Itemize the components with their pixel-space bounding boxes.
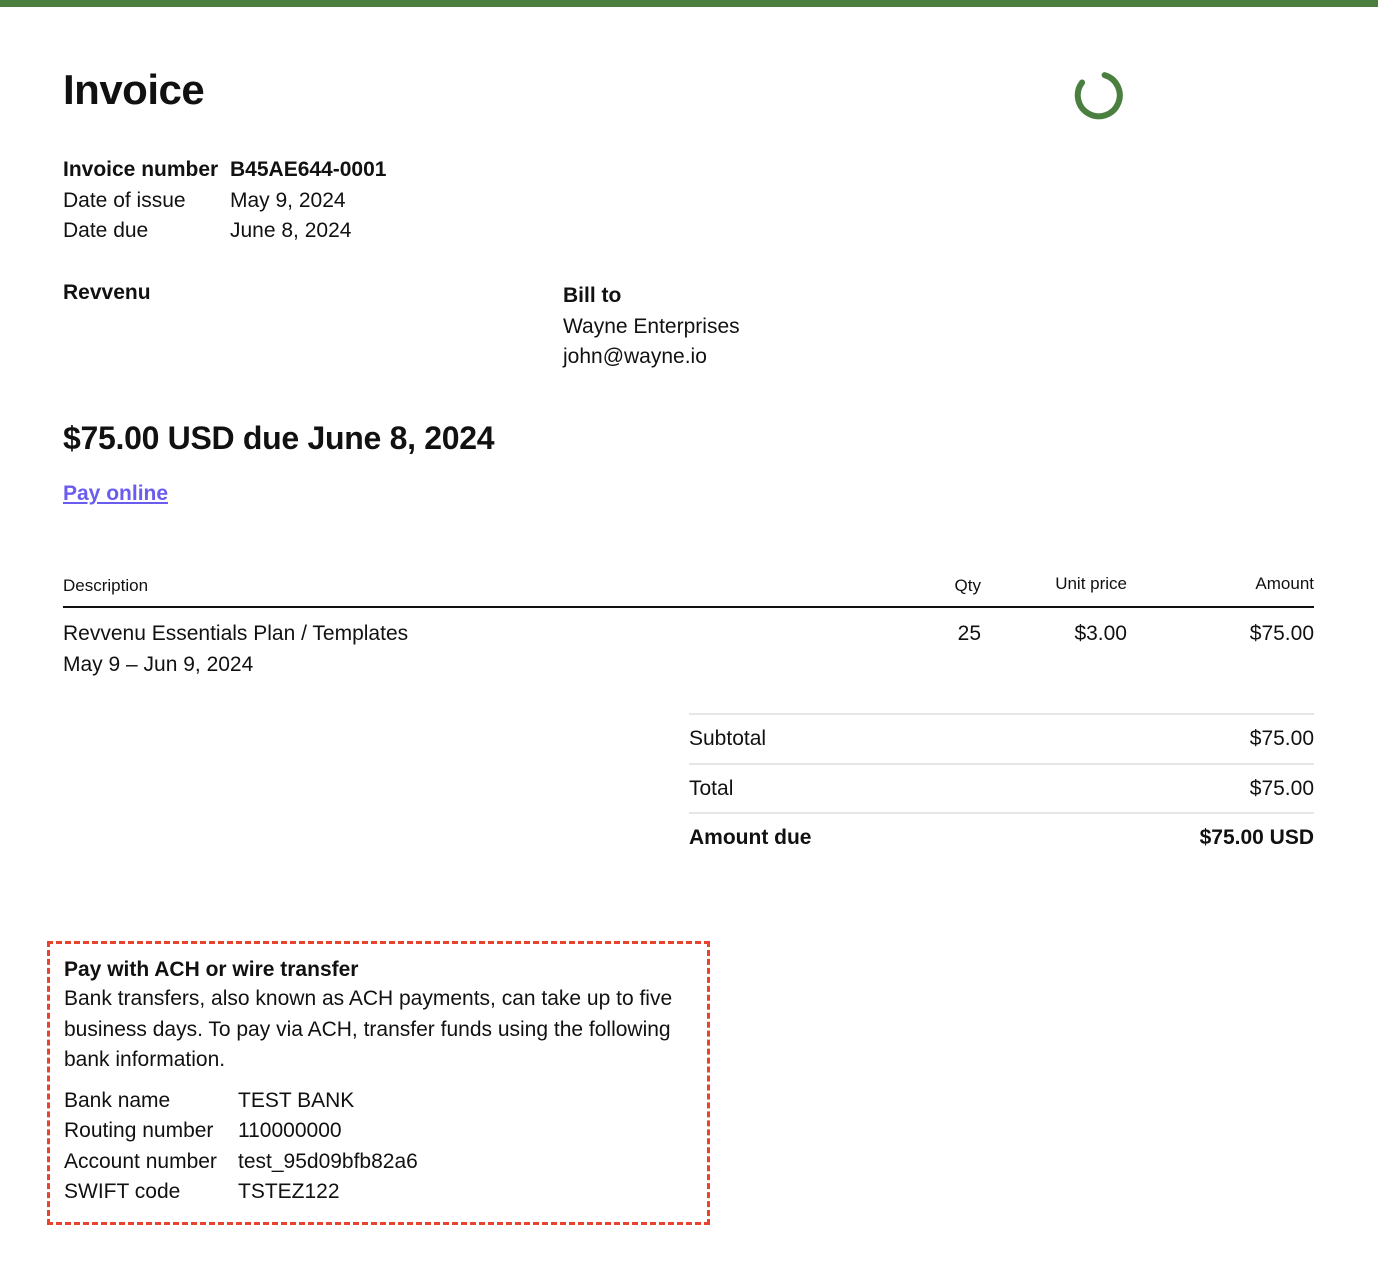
bank-detail-value: TEST BANK: [238, 1088, 355, 1112]
meta-value: May 9, 2024: [230, 188, 346, 212]
totals-summary: Subtotal $75.00 Total $75.00 Amount due …: [689, 713, 1314, 862]
column-header-amount: Amount: [1255, 574, 1314, 593]
column-header-unit-price: Unit price: [1055, 574, 1127, 593]
amount-due-heading: $75.00 USD due June 8, 2024: [63, 420, 495, 456]
bill-to-email: john@wayne.io: [563, 345, 707, 368]
bank-detail-label: Bank name: [64, 1088, 171, 1112]
line-item-unit-price: $3.00: [1074, 622, 1127, 645]
amount-due-row: Amount due $75.00 USD: [689, 812, 1314, 862]
swift-code-row: SWIFT code TSTEZ122: [64, 1177, 693, 1208]
bank-transfer-title: Pay with ACH or wire transfer: [64, 958, 359, 981]
bank-detail-label: Account number: [64, 1149, 217, 1173]
line-item-description-cell: Revvenu Essentials Plan / Templates May …: [63, 618, 408, 680]
bank-transfer-box: Pay with ACH or wire transfer Bank trans…: [47, 941, 710, 1225]
table-row: Revvenu Essentials Plan / Templates May …: [63, 608, 1314, 698]
loading-spinner-icon: [1074, 72, 1123, 120]
line-item-amount: $75.00: [1249, 622, 1314, 645]
line-items-table: Description Qty Unit price Amount Revven…: [63, 570, 1314, 698]
bill-to-block: Bill to Wayne Enterprises john@wayne.io: [563, 281, 740, 373]
totals-value: $75.00: [1249, 727, 1314, 750]
line-item-description: Revvenu Essentials Plan / Templates: [63, 622, 409, 645]
meta-value: June 8, 2024: [230, 219, 352, 242]
subtotal-row: Subtotal $75.00: [689, 713, 1314, 763]
date-due-row: Date due June 8, 2024: [63, 216, 386, 247]
bill-to-heading: Bill to: [563, 284, 622, 307]
bill-to-name: Wayne Enterprises: [563, 314, 740, 338]
line-item-period: May 9 – Jun 9, 2024: [63, 653, 254, 676]
totals-label: Amount due: [689, 826, 812, 849]
account-number-row: Account number test_95d09bfb82a6: [64, 1147, 693, 1178]
brand-top-bar: [0, 0, 1378, 7]
meta-label: Invoice number: [63, 158, 219, 181]
bank-detail-value: 110000000: [238, 1119, 342, 1142]
bank-transfer-description: Bank transfers, also known as ACH paymen…: [64, 987, 673, 1071]
line-item-qty: 25: [957, 622, 981, 645]
invoice-number-row: Invoice number B45AE644-0001: [63, 155, 386, 186]
column-header-qty: Qty: [954, 576, 981, 595]
from-company-name: Revvenu: [63, 281, 151, 304]
totals-value: $75.00 USD: [1199, 826, 1314, 849]
bank-name-row: Bank name TEST BANK: [64, 1086, 693, 1117]
total-row: Total $75.00: [689, 762, 1314, 813]
page-title: Invoice: [63, 66, 205, 113]
bank-details: Bank name TEST BANK Routing number 11000…: [64, 1086, 693, 1208]
pay-online-link[interactable]: Pay online: [63, 482, 168, 506]
totals-value: $75.00: [1249, 776, 1314, 800]
invoice-meta: Invoice number B45AE644-0001 Date of iss…: [63, 155, 386, 247]
meta-value: B45AE644-0001: [230, 158, 387, 181]
totals-label: Subtotal: [689, 727, 767, 750]
routing-number-row: Routing number 110000000: [64, 1116, 693, 1147]
meta-label: Date due: [63, 219, 149, 242]
bank-detail-value: TSTEZ122: [238, 1180, 340, 1203]
column-header-description: Description: [63, 576, 149, 595]
bank-detail-label: SWIFT code: [64, 1180, 181, 1203]
bank-detail-label: Routing number: [64, 1119, 214, 1142]
meta-label: Date of issue: [63, 188, 186, 212]
table-header: Description Qty Unit price Amount: [63, 570, 1314, 608]
bank-detail-value: test_95d09bfb82a6: [238, 1149, 418, 1173]
date-of-issue-row: Date of issue May 9, 2024: [63, 186, 386, 217]
totals-label: Total: [689, 776, 734, 800]
